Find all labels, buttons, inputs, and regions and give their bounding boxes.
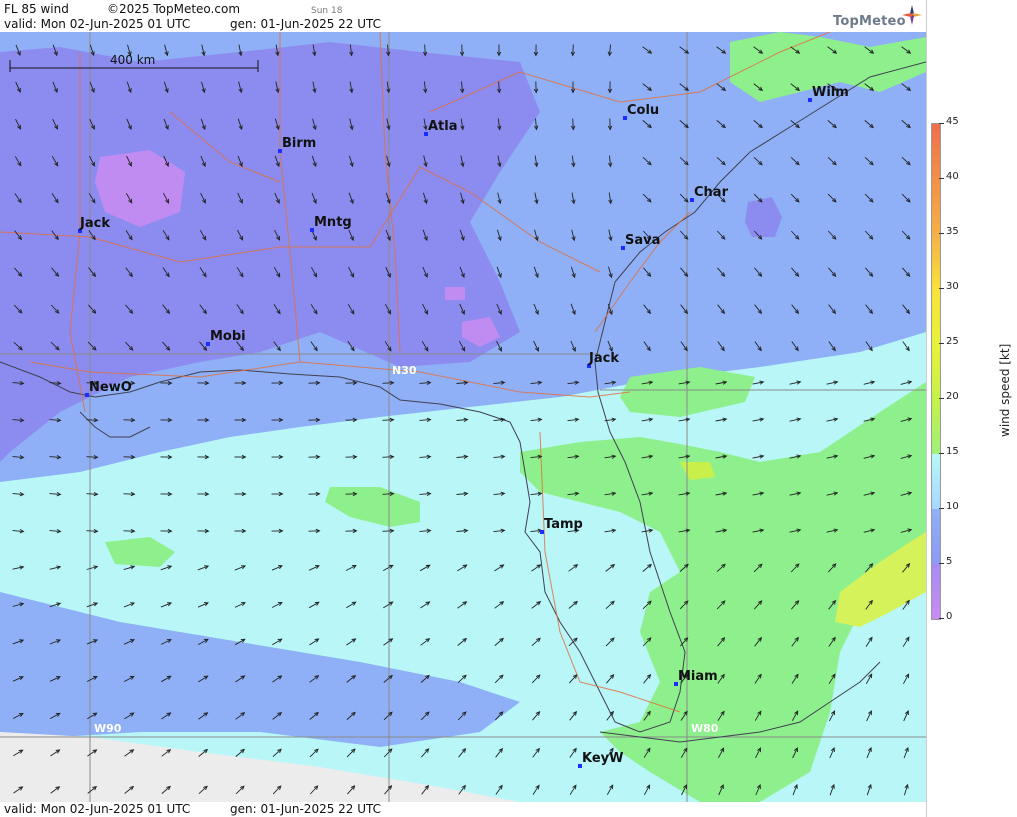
wind-speed-colorbar bbox=[931, 123, 941, 620]
city-miam[interactable]: Miam bbox=[674, 669, 718, 686]
topmeteo-logo: TopMeteo bbox=[833, 5, 925, 32]
city-char[interactable]: Char bbox=[690, 185, 729, 202]
map-footer: valid: Mon 02-Jun-2025 01 UTC gen: 01-Ju… bbox=[0, 802, 926, 817]
tick-25: 25 bbox=[946, 336, 959, 347]
footer-valid-time: valid: Mon 02-Jun-2025 01 UTC bbox=[4, 802, 191, 816]
city-mntg[interactable]: Mntg bbox=[310, 215, 352, 232]
product-title: FL 85 wind bbox=[4, 2, 69, 16]
city-label-sava: Sava bbox=[625, 233, 660, 248]
city-label-colu: Colu bbox=[627, 103, 659, 118]
city-sava[interactable]: Sava bbox=[621, 233, 660, 250]
map-header: FL 85 wind ©2025 TopMeteo.com Sun 18 val… bbox=[0, 0, 926, 32]
sun-label: Sun 18 bbox=[311, 6, 343, 16]
tick-5: 5 bbox=[946, 556, 953, 567]
city-colu[interactable]: Colu bbox=[623, 103, 659, 120]
city-atla[interactable]: Atla bbox=[424, 119, 458, 136]
city-label-birm: Birm bbox=[282, 136, 316, 151]
lat-label-n30: N30 bbox=[392, 364, 417, 377]
city-label-tamp: Tamp bbox=[544, 517, 583, 532]
tick-45: 45 bbox=[946, 116, 959, 127]
tick-35: 35 bbox=[946, 226, 959, 237]
city-label-mntg: Mntg bbox=[314, 215, 352, 230]
tick-30: 30 bbox=[946, 281, 959, 292]
city-label-newo: NewO bbox=[89, 380, 132, 395]
valid-time: valid: Mon 02-Jun-2025 01 UTC bbox=[4, 17, 191, 31]
logo-text: TopMeteo bbox=[833, 14, 906, 29]
city-label-miam: Miam bbox=[678, 669, 718, 684]
lon-label-w80: W80 bbox=[691, 722, 719, 735]
tick-10: 10 bbox=[946, 501, 959, 512]
scale-label: 400 km bbox=[110, 53, 155, 67]
city-jack-ms[interactable]: Jack bbox=[78, 216, 110, 233]
tick-0: 0 bbox=[946, 611, 953, 622]
footer-generated-time: gen: 01-Jun-2025 22 UTC bbox=[230, 802, 382, 816]
compass-star-icon bbox=[902, 5, 922, 25]
city-jack-fl[interactable]: Jack bbox=[587, 351, 619, 368]
city-label-char: Char bbox=[694, 185, 729, 200]
city-label-wilm: Wilm bbox=[812, 85, 849, 100]
lon-label-w90: W90 bbox=[94, 722, 122, 735]
wind-map-canvas[interactable]: 400 km N30 W90 W80 Birm Atla Colu Wilm C… bbox=[0, 32, 926, 802]
city-keyw[interactable]: KeyW bbox=[578, 751, 623, 768]
city-newo[interactable]: NewO bbox=[85, 380, 132, 397]
city-label-jack-fl: Jack bbox=[588, 351, 619, 366]
wind-map[interactable]: 400 km N30 W90 W80 Birm Atla Colu Wilm C… bbox=[0, 32, 926, 802]
city-tamp[interactable]: Tamp bbox=[540, 517, 583, 534]
city-birm[interactable]: Birm bbox=[278, 136, 316, 153]
city-label-keyw: KeyW bbox=[582, 751, 623, 766]
generated-time: gen: 01-Jun-2025 22 UTC bbox=[230, 17, 382, 31]
city-wilm[interactable]: Wilm bbox=[808, 85, 849, 102]
city-label-mobi: Mobi bbox=[210, 329, 246, 344]
wind-field-violet-3 bbox=[445, 287, 465, 300]
tick-20: 20 bbox=[946, 391, 959, 402]
tick-15: 15 bbox=[946, 446, 959, 457]
tick-40: 40 bbox=[946, 171, 959, 182]
copyright-text: ©2025 TopMeteo.com bbox=[107, 2, 241, 16]
city-mobi[interactable]: Mobi bbox=[206, 329, 246, 346]
colorbar-label: wind speed [kt] bbox=[998, 343, 1012, 437]
city-label-jack-ms: Jack bbox=[79, 216, 110, 231]
city-label-atla: Atla bbox=[428, 119, 458, 134]
